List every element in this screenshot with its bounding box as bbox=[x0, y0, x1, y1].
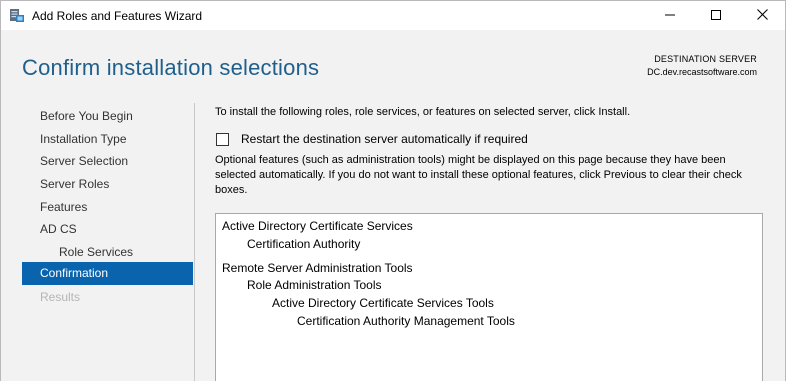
selection-item: Certification Authority bbox=[247, 237, 361, 251]
nav-item-before-you-begin[interactable]: Before You Begin bbox=[22, 105, 193, 128]
wizard-window: Add Roles and Features Wizard Confirm in… bbox=[0, 0, 786, 381]
minimize-icon bbox=[665, 7, 675, 25]
selections-list[interactable]: Active Directory Certificate Services Ce… bbox=[215, 213, 763, 381]
server-manager-icon bbox=[9, 8, 25, 23]
nav-item-role-services[interactable]: Role Services bbox=[22, 241, 193, 264]
selection-item: Role Administration Tools bbox=[247, 278, 382, 292]
restart-checkbox[interactable] bbox=[216, 132, 229, 146]
nav-item-results: Results bbox=[40, 290, 81, 304]
optional-features-note: Optional features (such as administratio… bbox=[215, 154, 742, 196]
selection-item: Remote Server Administration Tools bbox=[222, 261, 413, 275]
page-title: Confirm installation selections bbox=[22, 55, 320, 80]
nav-item-server-selection[interactable]: Server Selection bbox=[22, 150, 193, 173]
selection-item: Active Directory Certificate Services To… bbox=[272, 296, 494, 310]
nav-item-server-roles[interactable]: Server Roles bbox=[22, 173, 193, 196]
restart-checkbox-label[interactable]: Restart the destination server automatic… bbox=[241, 132, 528, 146]
selection-item: Certification Authority Management Tools bbox=[297, 314, 515, 328]
selection-item: Active Directory Certificate Services bbox=[222, 219, 413, 233]
nav-item-features[interactable]: Features bbox=[22, 196, 193, 219]
restart-option[interactable]: Restart the destination server automatic… bbox=[216, 132, 528, 146]
maximize-icon bbox=[711, 7, 721, 25]
nav-item-installation-type[interactable]: Installation Type bbox=[22, 128, 193, 151]
minimize-button[interactable] bbox=[647, 1, 693, 30]
destination-server-name: DC.dev.recastsoftware.com bbox=[647, 67, 757, 77]
maximize-button[interactable] bbox=[693, 1, 739, 30]
wizard-header: Confirm installation selections DESTINAT… bbox=[1, 30, 785, 94]
close-button[interactable] bbox=[739, 1, 785, 30]
wizard-body: Before You Begin Installation Type Serve… bbox=[1, 94, 785, 381]
nav-divider bbox=[194, 103, 195, 381]
nav-item-confirmation[interactable]: Confirmation bbox=[22, 262, 193, 285]
intro-text: To install the following roles, role ser… bbox=[215, 106, 631, 118]
title-bar[interactable]: Add Roles and Features Wizard bbox=[1, 1, 785, 30]
close-icon bbox=[756, 7, 768, 25]
destination-server-label: DESTINATION SERVER bbox=[654, 54, 757, 64]
nav-item-ad-cs[interactable]: AD CS bbox=[22, 218, 193, 241]
window-title: Add Roles and Features Wizard bbox=[32, 9, 203, 23]
